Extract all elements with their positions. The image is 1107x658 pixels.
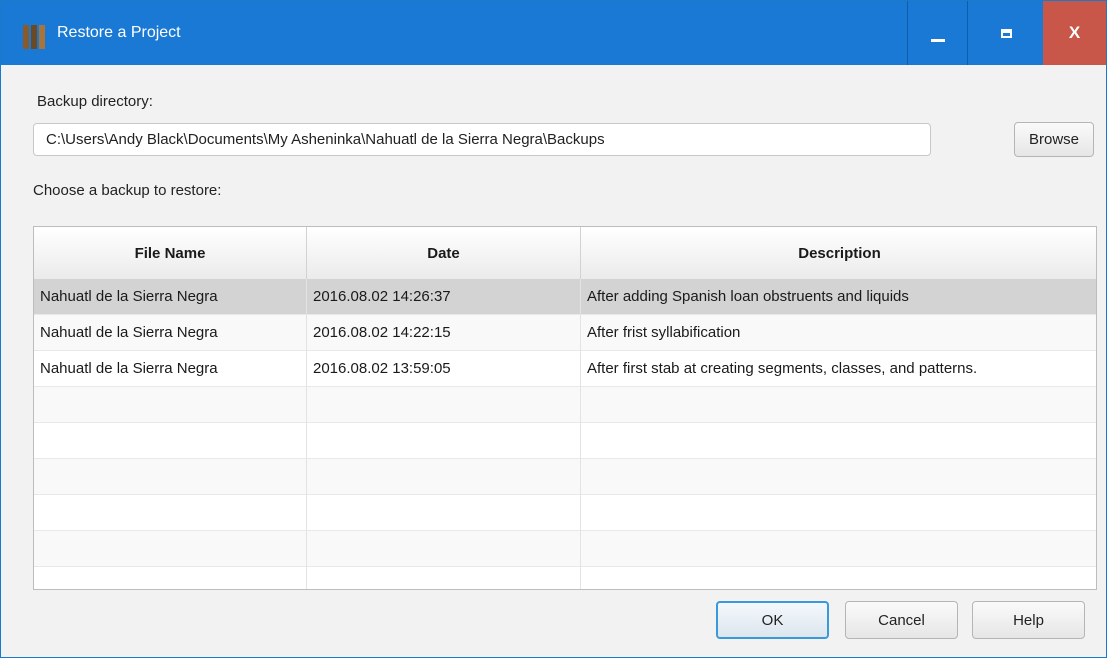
column-header-description[interactable]: Description (581, 227, 1096, 279)
cell-description: After frist syllabification (587, 324, 741, 341)
table-row[interactable]: Nahuatl de la Sierra Negra 2016.08.02 13… (34, 351, 1096, 387)
books-icon (23, 25, 51, 49)
cancel-button[interactable]: Cancel (845, 601, 958, 639)
empty-row (34, 459, 1096, 495)
ok-button[interactable]: OK (716, 601, 829, 639)
browse-button[interactable]: Browse (1014, 122, 1094, 157)
table-row[interactable]: Nahuatl de la Sierra Negra 2016.08.02 14… (34, 279, 1096, 315)
table-row[interactable]: Nahuatl de la Sierra Negra 2016.08.02 14… (34, 315, 1096, 351)
empty-row (34, 387, 1096, 423)
empty-row (34, 495, 1096, 531)
close-icon: X (1068, 23, 1081, 42)
backups-table[interactable]: File Name Date Description Nahuatl de la… (33, 226, 1097, 590)
cell-date: 2016.08.02 13:59:05 (307, 351, 581, 387)
close-button[interactable]: X (1043, 1, 1106, 65)
maximize-button[interactable] (967, 1, 1044, 65)
column-header-date[interactable]: Date (307, 227, 581, 279)
cell-file-name: Nahuatl de la Sierra Negra (34, 279, 307, 315)
empty-row (34, 531, 1096, 567)
cell-date: 2016.08.02 14:26:37 (307, 279, 581, 315)
backup-directory-input[interactable] (33, 123, 931, 156)
table-header: File Name Date Description (34, 227, 1096, 280)
minimize-icon (931, 38, 945, 42)
help-button[interactable]: Help (972, 601, 1085, 639)
cell-description: After first stab at creating segments, c… (587, 360, 978, 377)
window-title: Restore a Project (57, 24, 181, 41)
maximize-icon (1000, 28, 1012, 38)
cell-description: After adding Spanish loan obstruents and… (587, 288, 909, 305)
choose-backup-label: Choose a backup to restore: (33, 182, 222, 199)
column-header-file-name[interactable]: File Name (34, 227, 307, 279)
cell-date: 2016.08.02 14:22:15 (307, 315, 581, 351)
restore-project-dialog: Restore a Project X Backup directory: Br… (0, 0, 1107, 658)
minimize-button[interactable] (907, 1, 968, 65)
empty-row (34, 567, 1096, 589)
backup-directory-label: Backup directory: (37, 93, 153, 110)
cell-file-name: Nahuatl de la Sierra Negra (34, 315, 307, 351)
title-bar[interactable]: Restore a Project X (1, 1, 1106, 65)
cell-file-name: Nahuatl de la Sierra Negra (34, 351, 307, 387)
empty-row (34, 423, 1096, 459)
